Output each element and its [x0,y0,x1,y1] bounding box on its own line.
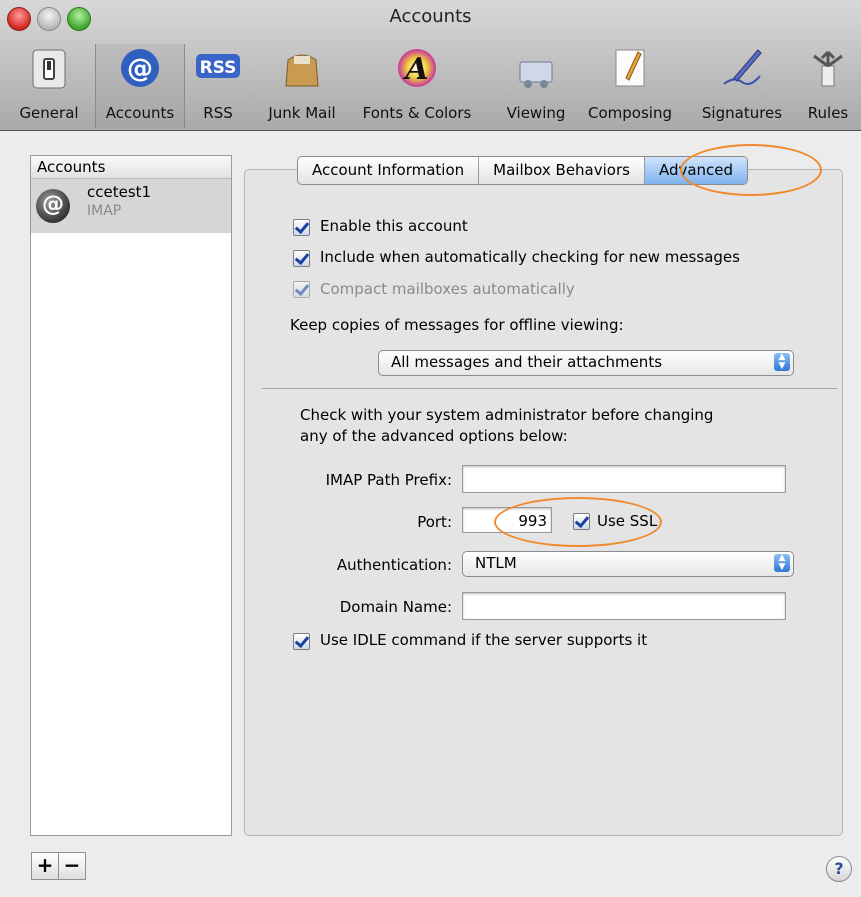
tab-account-information[interactable]: Account Information [298,157,480,184]
section-divider [262,388,837,389]
account-name: ccetest1 [87,183,152,201]
tab-mailbox-behaviors[interactable]: Mailbox Behaviors [479,157,645,184]
annotation-oval-advanced [680,144,822,196]
include-checking-checkbox[interactable] [293,250,310,267]
authentication-value: NTLM [475,554,517,572]
toolbar-viewing[interactable]: Viewing [496,44,576,128]
viewing-icon [519,61,553,88]
annotation-oval-port-ssl [494,497,662,547]
use-idle-checkbox[interactable] [293,633,310,650]
add-account-button[interactable]: + [31,852,59,880]
domain-name-field[interactable] [462,592,786,620]
window-title: Accounts [389,6,472,27]
toolbar-junk-mail[interactable]: Junk Mail [256,44,348,128]
toolbar-rules[interactable]: Rules [798,44,858,128]
list-item[interactable]: @ ccetest1 IMAP [31,179,231,233]
svg-text:RSS: RSS [200,58,237,78]
domain-name-label: Domain Name: [339,598,452,616]
include-checking-label: Include when automatically checking for … [320,248,740,266]
at-sign-icon: @ [121,49,159,87]
account-at-icon: @ [36,189,70,223]
toolbar-fonts-colors[interactable]: A Fonts & Colors [352,44,482,128]
port-label: Port: [417,513,452,531]
compact-mailboxes-label: Compact mailboxes automatically [320,280,575,298]
font-color-icon: A [398,49,436,87]
toolbar-rss[interactable]: RSS RSS [191,44,245,128]
imap-prefix-label: IMAP Path Prefix: [325,471,452,489]
compact-mailboxes-checkbox[interactable] [293,281,310,298]
keep-copies-popup[interactable]: All messages and their attachments ▲ ▼ [378,350,794,376]
popup-arrows-icon: ▲ ▼ [774,353,790,371]
popup-arrows-icon: ▲ ▼ [774,554,790,572]
authentication-popup[interactable]: NTLM ▲ ▼ [462,551,794,577]
help-button[interactable]: ? [826,856,852,882]
toolbar-accounts[interactable]: @ Accounts [95,44,185,128]
imap-prefix-field[interactable] [462,465,786,493]
authentication-label: Authentication: [336,556,452,574]
keep-copies-label: Keep copies of messages for offline view… [290,316,624,334]
enable-account-checkbox[interactable] [293,219,310,236]
use-idle-label: Use IDLE command if the server supports … [320,631,648,649]
remove-account-button[interactable]: − [58,852,86,880]
switch-icon [32,49,66,89]
rss-icon: RSS [196,54,240,78]
account-type: IMAP [87,203,122,219]
accounts-list[interactable]: Accounts @ ccetest1 IMAP [30,155,232,836]
pen-signature-icon [723,49,762,85]
toolbar-signatures[interactable]: Signatures [690,44,794,128]
pencil-paper-icon [615,49,645,87]
svg-text:@: @ [127,54,153,84]
accounts-list-header: Accounts [31,156,231,179]
window-titlebar: Accounts General @ Accounts RSS RSS Junk… [0,0,861,131]
junk-bag-icon [285,54,319,87]
toolbar-general[interactable]: General [14,44,84,128]
keep-copies-value: All messages and their attachments [391,353,663,371]
admin-note-line2: any of the advanced options below: [300,427,568,445]
enable-account-label: Enable this account [320,217,468,235]
svg-text:A: A [402,52,428,87]
toolbar-composing[interactable]: Composing [580,44,680,128]
admin-note-line1: Check with your system administrator bef… [300,406,714,424]
rules-arrows-icon [813,50,843,87]
